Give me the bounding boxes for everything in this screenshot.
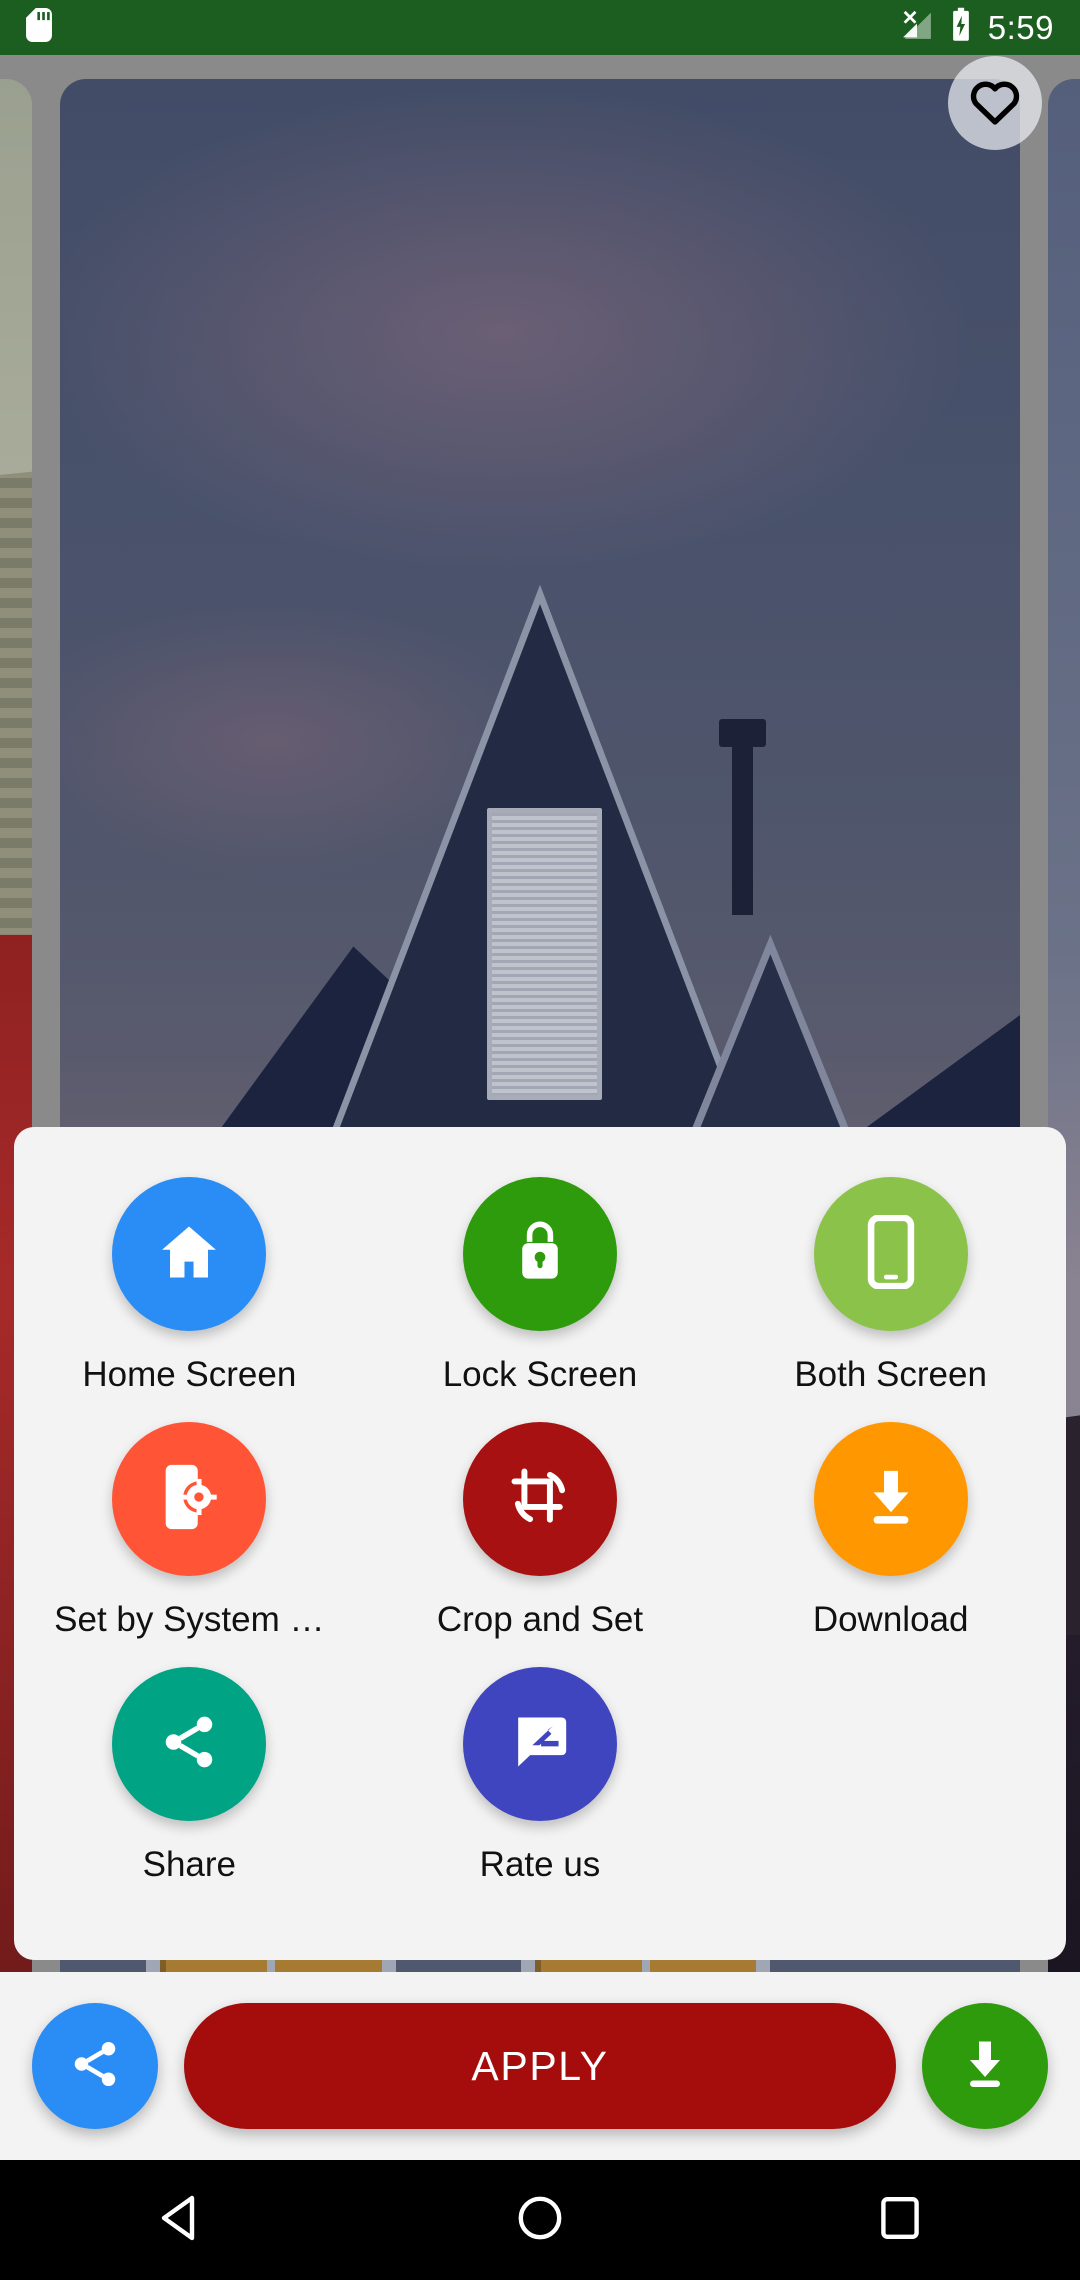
option-share[interactable]: Share	[14, 1653, 365, 1882]
options-row-1: Home Screen Lock Screen Both Screen	[14, 1163, 1066, 1392]
recents-button[interactable]	[810, 2160, 990, 2280]
option-download-circle	[813, 1422, 968, 1576]
home-button[interactable]	[450, 2160, 630, 2280]
smartphone-icon	[867, 1214, 915, 1294]
option-home-screen[interactable]: Home Screen	[14, 1163, 365, 1392]
option-lock-screen-circle	[462, 1177, 617, 1331]
signal-no-sim-icon	[900, 8, 934, 47]
download-fab[interactable]	[922, 2003, 1048, 2129]
option-lock-screen[interactable]: Lock Screen	[365, 1163, 716, 1392]
phone-settings-icon	[159, 1462, 219, 1537]
options-row-2: Set by System … Crop and Set Download	[14, 1408, 1066, 1637]
option-download-label: Download	[812, 1600, 969, 1639]
lock-icon	[509, 1219, 571, 1290]
heart-outline-icon	[968, 76, 1022, 131]
crop-rotate-icon	[506, 1463, 574, 1536]
apply-button[interactable]: APPLY	[184, 2003, 896, 2129]
sd-card-icon	[26, 8, 52, 47]
square-recents-icon	[879, 2196, 921, 2245]
option-both-screen-label: Both Screen	[794, 1355, 987, 1394]
download-icon	[862, 1465, 920, 1534]
option-rate-us[interactable]: Rate us	[365, 1653, 716, 1882]
option-set-by-system-circle	[112, 1422, 267, 1576]
favorite-button[interactable]	[948, 56, 1042, 150]
option-set-by-system[interactable]: Set by System …	[14, 1408, 365, 1637]
option-crop-and-set-label: Crop and Set	[436, 1600, 644, 1639]
option-set-by-system-label: Set by System …	[54, 1600, 325, 1639]
option-rate-us-label: Rate us	[479, 1845, 601, 1884]
option-both-screen-circle	[813, 1177, 968, 1331]
option-home-screen-circle	[112, 1177, 267, 1331]
battery-charging-icon	[950, 7, 972, 48]
option-share-circle	[112, 1667, 267, 1821]
navigation-bar	[0, 2160, 1080, 2280]
share-icon	[158, 1711, 220, 1778]
back-button[interactable]	[90, 2160, 270, 2280]
circle-home-icon	[516, 2194, 564, 2247]
share-fab[interactable]	[32, 2003, 158, 2129]
option-home-screen-label: Home Screen	[82, 1355, 297, 1394]
option-download[interactable]: Download	[715, 1408, 1066, 1637]
wallpaper-options-sheet: Home Screen Lock Screen Both Screen Set …	[14, 1127, 1066, 1960]
option-both-screen[interactable]: Both Screen	[715, 1163, 1066, 1392]
share-icon	[68, 2037, 122, 2096]
option-share-label: Share	[142, 1845, 237, 1884]
option-crop-and-set[interactable]: Crop and Set	[365, 1408, 716, 1637]
triangle-back-icon	[158, 2194, 202, 2247]
download-icon	[960, 2036, 1010, 2097]
option-rate-us-circle	[462, 1667, 617, 1821]
options-row-3: Share Rate us	[14, 1653, 1066, 1882]
option-lock-screen-label: Lock Screen	[442, 1355, 638, 1394]
rate-review-icon	[510, 1712, 570, 1777]
status-bar-clock: 5:59	[987, 9, 1054, 46]
option-crop-and-set-circle	[462, 1422, 617, 1576]
home-icon	[155, 1218, 223, 1291]
bottom-action-bar: APPLY	[0, 1972, 1080, 2160]
status-bar: 5:59	[0, 0, 1080, 55]
phone-screen: 5:59 Home Screen Lock Screen Both Screen…	[0, 0, 1080, 2280]
